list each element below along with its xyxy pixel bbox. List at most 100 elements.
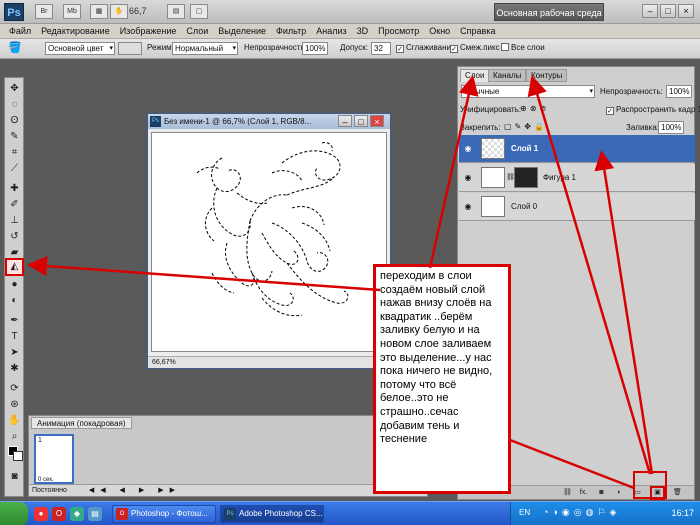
- close-button[interactable]: ×: [678, 4, 694, 18]
- workspace-button[interactable]: Основная рабочая среда: [494, 3, 604, 21]
- arrange-docs-icon[interactable]: ▤: [167, 4, 185, 19]
- pattern-swatch[interactable]: [118, 42, 142, 55]
- eyedropper-tool-icon[interactable]: ⟋: [7, 162, 22, 176]
- new-layer-icon[interactable]: ▣: [650, 486, 665, 500]
- app-icon[interactable]: ◆: [70, 507, 84, 521]
- fill-source-select[interactable]: Основной цвет ▾: [45, 42, 115, 55]
- animation-tab[interactable]: Анимация (покадровая): [31, 417, 132, 429]
- layer-row-layer0[interactable]: ◉ Слой 0: [459, 193, 695, 221]
- zoom-level[interactable]: 66,7: [129, 6, 147, 16]
- eye-icon[interactable]: ◉: [463, 173, 473, 183]
- lasso-tool-icon[interactable]: ʘ: [7, 114, 22, 128]
- tab-channels[interactable]: Каналы: [488, 69, 527, 82]
- doc-maximize-button[interactable]: □: [354, 115, 368, 127]
- view-extras-icon[interactable]: ▦: [90, 4, 108, 19]
- quick-select-tool-icon[interactable]: ✎: [7, 130, 22, 144]
- fill-input[interactable]: 100%: [658, 121, 684, 134]
- clock[interactable]: 16:17: [671, 508, 694, 518]
- all-layers-checkbox[interactable]: Все слои: [501, 43, 545, 52]
- folder-icon[interactable]: ▤: [88, 507, 102, 521]
- tray-icons[interactable]: ◔◑◉◎◍⚐◈: [543, 507, 620, 518]
- screen-mode-icon[interactable]: ▢: [190, 4, 208, 19]
- hand-icon[interactable]: ✋: [110, 4, 128, 19]
- mode-select[interactable]: Нормальный ▾: [172, 42, 238, 55]
- opera-icon[interactable]: O: [52, 507, 66, 521]
- menu-layers[interactable]: Слои: [181, 24, 213, 38]
- zoom-tool-icon[interactable]: ⌕: [7, 430, 22, 444]
- propagate-checkbox[interactable]: ✓ Распространить кадр 1: [606, 105, 700, 115]
- playback-controls-icon[interactable]: ◀◀ ◀ ▶ ▶▶: [89, 487, 181, 494]
- eraser-tool-icon[interactable]: ▰: [7, 246, 22, 260]
- paint-bucket-icon[interactable]: 🪣: [8, 41, 22, 54]
- fx-icon[interactable]: fx.: [578, 488, 589, 498]
- browser-icon[interactable]: ●: [34, 507, 48, 521]
- menu-3d[interactable]: 3D: [352, 24, 374, 38]
- start-button[interactable]: [0, 502, 28, 525]
- menu-view[interactable]: Просмотр: [373, 24, 424, 38]
- frame-delay[interactable]: 0 сек.: [38, 477, 54, 483]
- task-photoshop-browser[interactable]: O Photoshop - Фотош...: [112, 505, 216, 523]
- menu-image[interactable]: Изображение: [115, 24, 182, 38]
- menu-filter[interactable]: Фильтр: [271, 24, 311, 38]
- adjustment-layer-icon[interactable]: ◐: [614, 488, 625, 498]
- crop-tool-icon[interactable]: ⌗: [7, 146, 22, 160]
- pen-tool-icon[interactable]: ✒: [7, 314, 22, 328]
- menu-file[interactable]: Файл: [4, 24, 36, 38]
- animation-frame[interactable]: 1 0 сек.: [34, 434, 74, 484]
- color-swatches[interactable]: [8, 446, 23, 461]
- antialias-checkbox[interactable]: ✓ Сглаживание: [396, 43, 455, 53]
- menu-window[interactable]: Окно: [424, 24, 455, 38]
- group-folder-icon[interactable]: ▭: [632, 488, 643, 498]
- path-select-tool-icon[interactable]: ➤: [7, 346, 22, 360]
- contiguous-checkbox[interactable]: ✓ Смеж.пикс: [450, 43, 500, 53]
- move-tool-icon[interactable]: ✥: [7, 82, 22, 96]
- mini-bridge-icon[interactable]: Br: [35, 4, 53, 19]
- layer-name[interactable]: Фигура 1: [543, 173, 576, 182]
- document-canvas[interactable]: [151, 132, 387, 352]
- dodge-tool-icon[interactable]: ◐: [7, 294, 22, 308]
- menu-select[interactable]: Выделение: [213, 24, 271, 38]
- lock-icons[interactable]: ▢✎✥🔒: [504, 122, 547, 131]
- history-brush-icon[interactable]: ↺: [7, 230, 22, 244]
- layer-opacity-input[interactable]: 100%: [666, 85, 692, 98]
- loop-select[interactable]: Постоянно: [32, 487, 67, 494]
- brush-tool-icon[interactable]: ✐: [7, 198, 22, 212]
- link-layers-icon[interactable]: ⛓: [562, 488, 573, 498]
- background-color[interactable]: [13, 451, 23, 461]
- doc-close-button[interactable]: ×: [370, 115, 384, 127]
- task-adobe-photoshop[interactable]: Ps Adobe Photoshop CS...: [220, 505, 324, 523]
- maximize-button[interactable]: □: [660, 4, 676, 18]
- blend-mode-select[interactable]: Обычные ▾: [461, 85, 595, 98]
- shape-tool-icon[interactable]: ✱: [7, 362, 22, 376]
- menu-help[interactable]: Справка: [455, 24, 500, 38]
- doc-zoom-readout[interactable]: 66,67%: [152, 359, 176, 366]
- marquee-tool-icon[interactable]: ◌: [7, 98, 22, 112]
- tab-paths[interactable]: Контуры: [526, 69, 568, 82]
- layer-row-layer1[interactable]: ◉ Слой 1: [459, 135, 695, 163]
- type-tool-icon[interactable]: T: [7, 330, 22, 344]
- mini-bridge-mb-icon[interactable]: Mb: [63, 4, 81, 19]
- doc-minimize-button[interactable]: –: [338, 115, 352, 127]
- tolerance-input[interactable]: 32: [371, 42, 391, 55]
- minimize-button[interactable]: –: [642, 4, 658, 18]
- blur-tool-icon[interactable]: ●: [7, 278, 22, 292]
- 3d-orbit-tool-icon[interactable]: ⊛: [7, 398, 22, 412]
- unify-icons[interactable]: ⊕⊗⊘: [520, 104, 549, 113]
- eye-icon[interactable]: ◉: [463, 202, 473, 212]
- language-indicator[interactable]: EN: [519, 508, 530, 517]
- layer-row-shape1[interactable]: ◉ ⛓ Фигура 1: [459, 164, 695, 192]
- tab-layers[interactable]: Слои: [460, 69, 490, 82]
- opacity-input[interactable]: 100%: [302, 42, 328, 55]
- trash-icon[interactable]: 🗑: [672, 488, 683, 498]
- menu-edit[interactable]: Редактирование: [36, 24, 115, 38]
- layer-name[interactable]: Слой 1: [511, 144, 538, 153]
- hand-tool-icon[interactable]: ✋: [7, 414, 22, 428]
- menu-analysis[interactable]: Анализ: [311, 24, 351, 38]
- layer-name[interactable]: Слой 0: [511, 202, 537, 211]
- quick-mask-icon[interactable]: ◙: [7, 470, 22, 484]
- eye-icon[interactable]: ◉: [463, 144, 473, 154]
- stamp-tool-icon[interactable]: ⊥: [7, 214, 22, 228]
- paint-bucket-tool-icon[interactable]: ◭: [5, 258, 24, 276]
- add-mask-icon[interactable]: ◙: [596, 488, 607, 498]
- 3d-rotate-tool-icon[interactable]: ⟳: [7, 382, 22, 396]
